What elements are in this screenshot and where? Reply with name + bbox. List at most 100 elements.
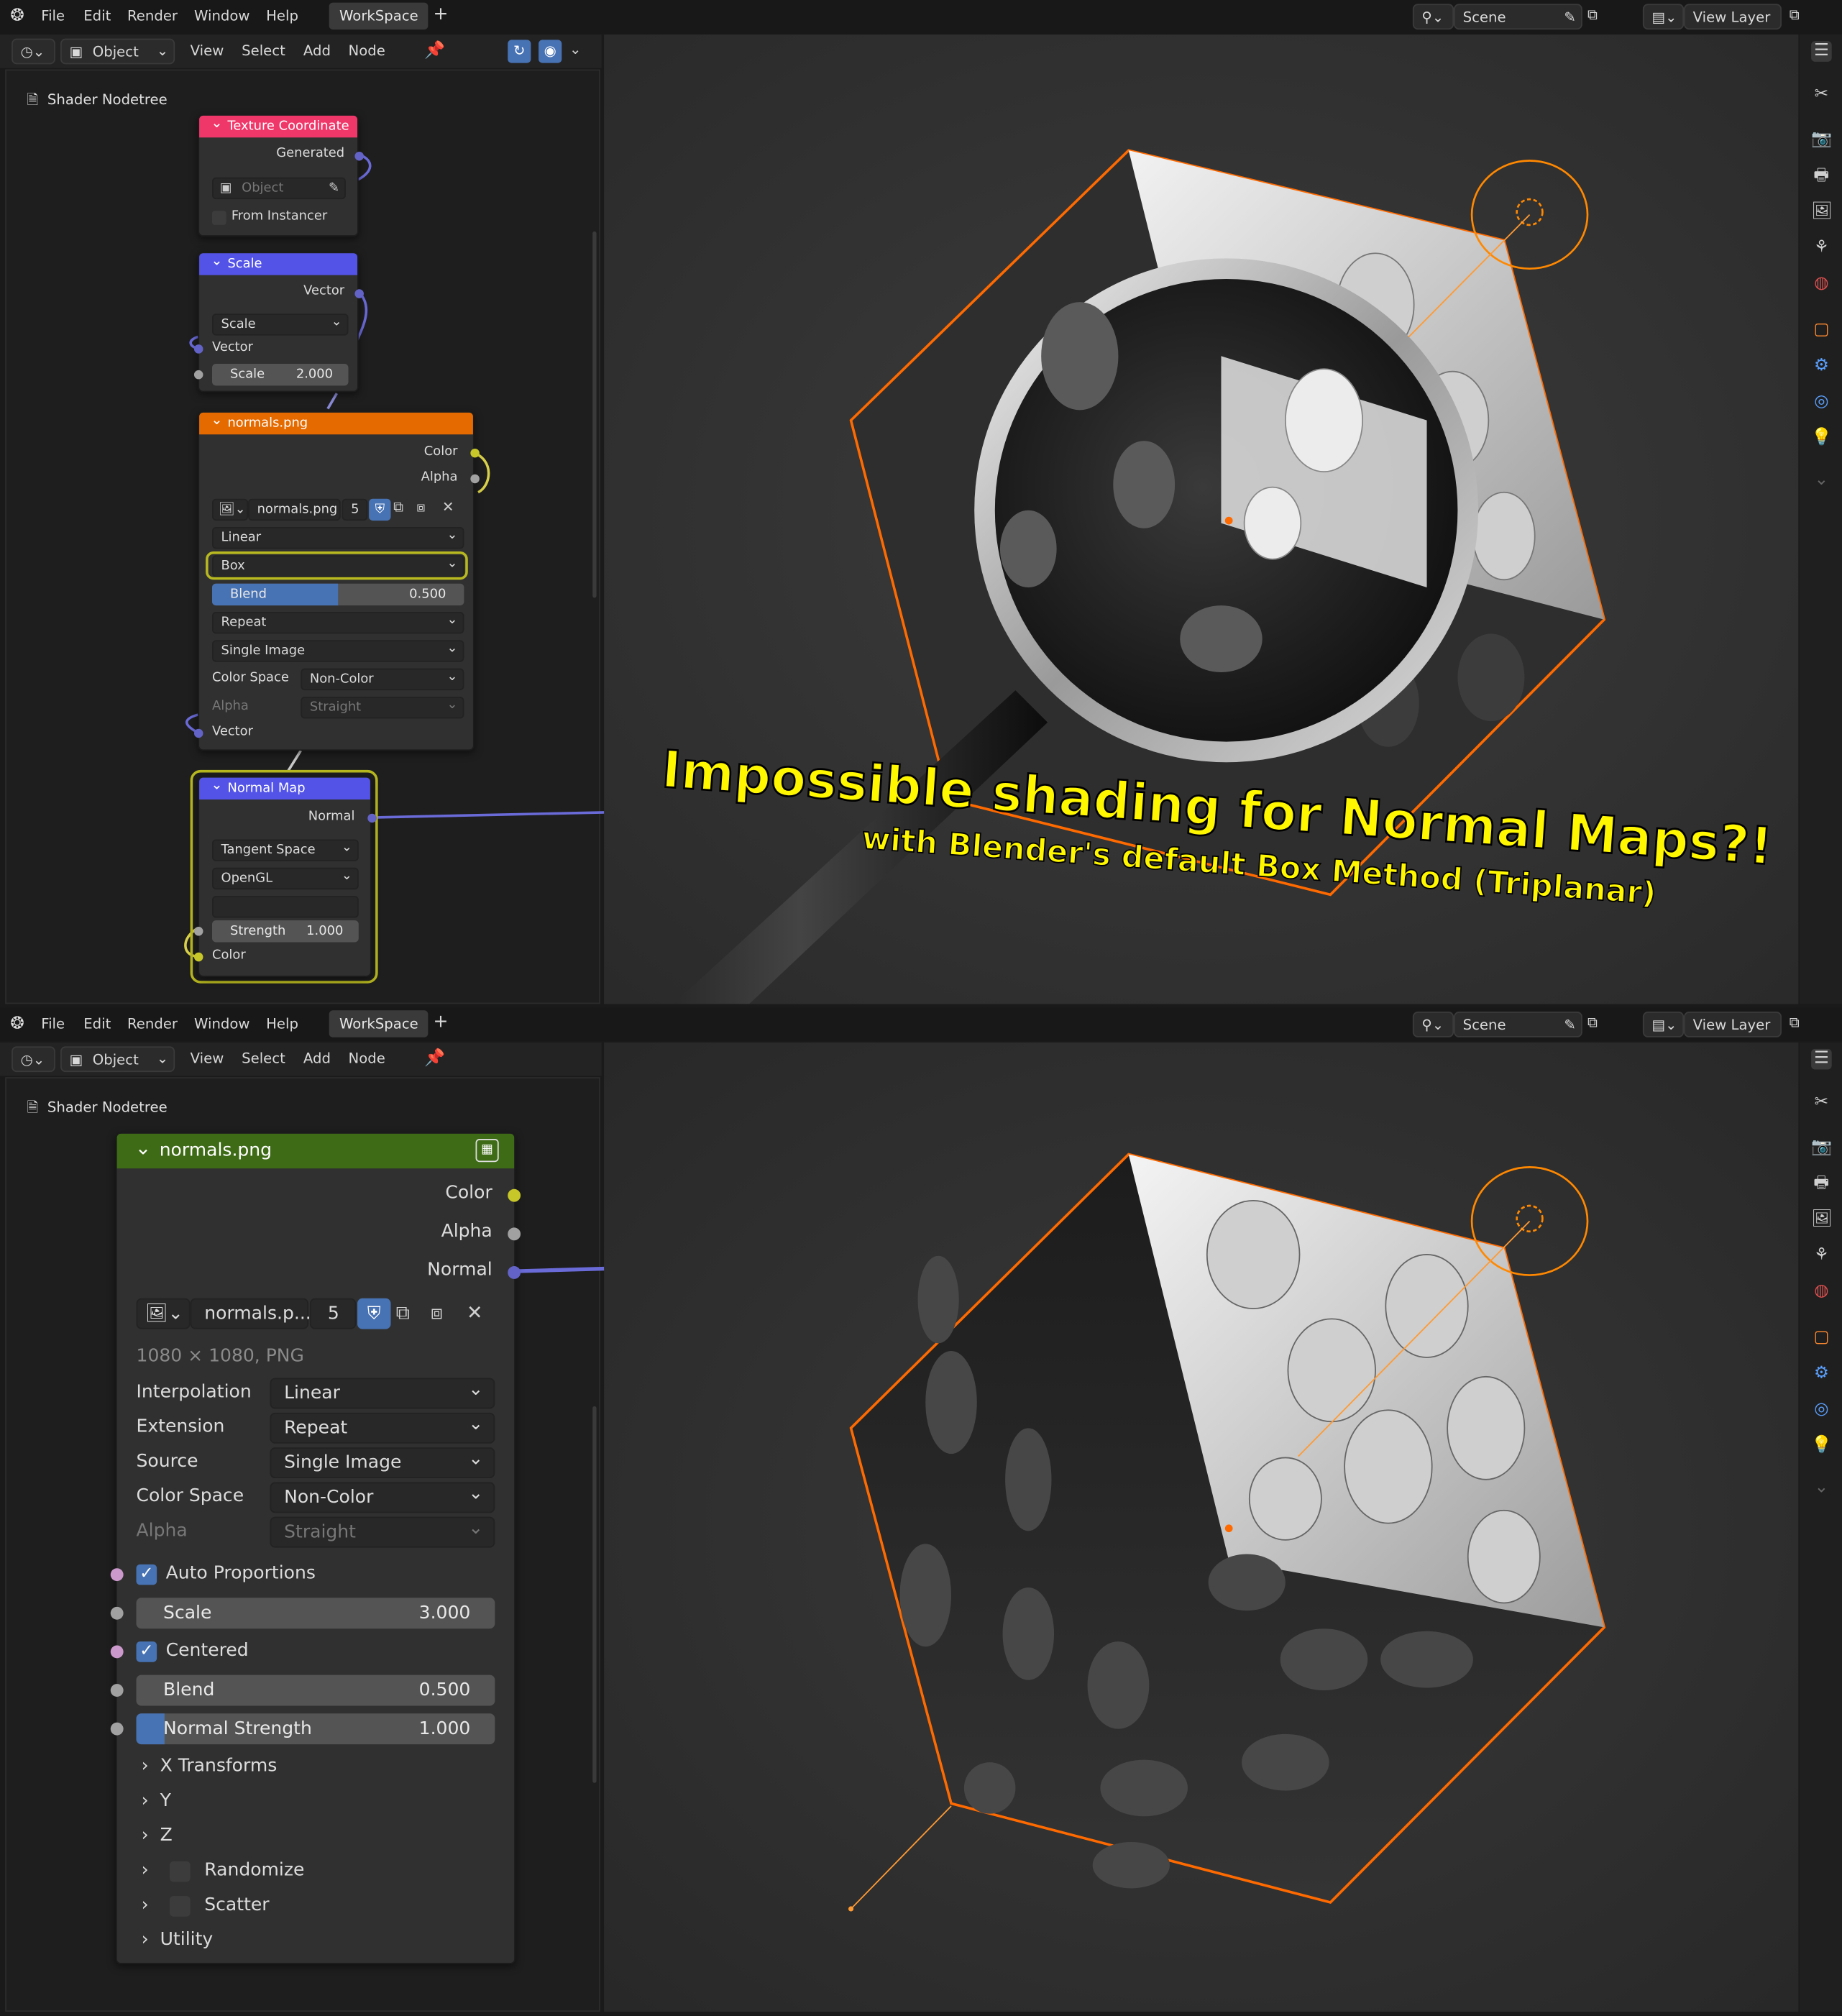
texture-coordinate-node[interactable]: Texture Coordinate Generated ▣ Object ✎ Fr… [198, 112, 364, 237]
duplicate-icon[interactable]: ⧉ [393, 499, 403, 517]
panel-y[interactable]: › Y [142, 1790, 171, 1811]
scale-slider[interactable]: Scale 2.000 [211, 363, 349, 386]
alpha-mode-dropdown[interactable]: Straight [270, 1514, 495, 1548]
editor-scrollbar[interactable] [592, 1406, 597, 1783]
vector-math-scale-node[interactable]: Scale Vector Scale Vector Scale 2.000 [193, 249, 364, 393]
physics-icon[interactable]: ◎ [1811, 1400, 1832, 1421]
normal-output-socket[interactable] [367, 813, 377, 823]
scene-selector[interactable]: Scene ✎ [1454, 4, 1582, 31]
normals-group-node[interactable]: ⌄ normals.png ▦ Color Alpha Normal 🖼⌄ no… [110, 1132, 521, 1964]
panel-randomize[interactable]: › [142, 1860, 149, 1881]
menu-view[interactable]: View [191, 1050, 224, 1067]
strength-input-socket[interactable] [193, 927, 203, 936]
normal-strength-socket[interactable] [110, 1722, 124, 1736]
node-header[interactable]: normals.png [199, 409, 473, 435]
menu-window[interactable]: Window [194, 1015, 250, 1032]
new-scene-icon[interactable]: ⧉ [1587, 1014, 1598, 1032]
object-type-dropdown[interactable]: ▣ Object ⌄ [60, 1046, 175, 1073]
alpha-output-socket[interactable] [508, 1227, 521, 1241]
users-count[interactable]: 5 [342, 498, 368, 521]
open-file-icon[interactable]: ⧈ [431, 1301, 443, 1324]
uv-map-field[interactable] [211, 896, 359, 918]
chevron-down-icon[interactable]: ⌄ [1811, 1478, 1832, 1499]
chevron-down-icon[interactable]: ⌄ [1811, 470, 1832, 491]
eyedropper-icon[interactable]: ✎ [329, 179, 339, 200]
image-name-field[interactable]: normals.p... [190, 1298, 311, 1329]
new-view-layer-icon[interactable]: ⧉ [1790, 6, 1800, 24]
duplicate-icon[interactable]: ⧉ [396, 1301, 410, 1324]
color-input-socket[interactable] [193, 952, 203, 962]
view-layer-icon[interactable]: 🖼 [1811, 1209, 1833, 1230]
blend-slider[interactable]: Blend 0.500 [211, 583, 464, 606]
scale-slider[interactable]: Scale 3.000 [136, 1598, 495, 1629]
object-icon[interactable]: ▢ [1811, 1328, 1832, 1349]
scale-input-socket[interactable] [193, 370, 203, 380]
source-dropdown[interactable]: Single Image [211, 639, 464, 662]
view-layer-browse-icon[interactable]: ▤⌄ [1642, 1012, 1685, 1037]
vector-input-socket[interactable] [193, 344, 203, 354]
color-space-dropdown[interactable]: Non-Color [270, 1480, 495, 1513]
node-group-icon[interactable]: ▦ [475, 1139, 499, 1163]
modifier-icon[interactable]: ⚙ [1811, 1364, 1832, 1385]
material-icon[interactable]: 💡 [1811, 428, 1832, 449]
from-instancer-checkbox[interactable] [211, 211, 226, 225]
image-name-field[interactable]: normals.png [248, 498, 341, 521]
image-texture-node[interactable]: normals.png Color Alpha 🖼⌄ normals.png 5… [193, 409, 480, 751]
convention-dropdown[interactable]: OpenGL [211, 866, 359, 890]
world-icon[interactable]: ◍ [1811, 274, 1832, 295]
view-layer-browse-icon[interactable]: ▤⌄ [1642, 4, 1685, 30]
open-file-icon[interactable]: ⧈ [416, 499, 426, 517]
unlink-close-icon[interactable]: ✕ [442, 499, 454, 516]
extension-dropdown[interactable]: Repeat [270, 1410, 495, 1444]
scene-icon[interactable]: ⚘ [1811, 1245, 1832, 1266]
modifier-icon[interactable]: ⚙ [1811, 356, 1832, 377]
normal-strength-slider[interactable]: Normal Strength 1.000 [136, 1713, 495, 1745]
pin-icon[interactable]: 📌 [424, 1049, 445, 1068]
blend-slider[interactable]: Blend 0.500 [136, 1674, 495, 1706]
auto-proportions-checkbox[interactable]: ✓ [136, 1564, 157, 1585]
interpolation-dropdown[interactable]: Linear [211, 526, 464, 549]
pin-icon[interactable]: ✎ [1564, 5, 1575, 31]
menu-edit[interactable]: Edit [83, 1015, 111, 1032]
color-output-socket[interactable] [508, 1188, 521, 1202]
output-icon[interactable]: 🖶 [1811, 166, 1832, 187]
users-count[interactable]: 5 [309, 1298, 357, 1329]
view-layer-icon[interactable]: 🖼 [1811, 202, 1833, 223]
3d-viewport-bottom[interactable] [604, 1042, 1799, 2012]
color-space-dropdown[interactable]: Non-Color [301, 667, 464, 691]
scale-input-socket[interactable] [110, 1606, 124, 1620]
interpolation-dropdown[interactable]: Linear [270, 1375, 495, 1409]
node-header[interactable]: Scale [199, 249, 358, 275]
menu-node[interactable]: Node [349, 1050, 385, 1067]
randomize-checkbox[interactable] [169, 1861, 191, 1882]
scene-browse-icon[interactable]: ⚲⌄ [1412, 1012, 1454, 1037]
group-node-header[interactable]: ⌄ normals.png ▦ [116, 1133, 515, 1169]
fake-user-shield-icon[interactable]: ⛨ [369, 498, 391, 521]
tool-icon[interactable]: ✂ [1811, 85, 1832, 106]
menu-file[interactable]: File [41, 1015, 65, 1032]
collapse-chevron-icon[interactable]: ⌄ [135, 1136, 151, 1159]
new-scene-icon[interactable]: ⧉ [1587, 6, 1598, 24]
normal-output-socket[interactable] [508, 1266, 521, 1279]
alpha-output-socket[interactable] [470, 474, 480, 484]
object-icon[interactable]: ▢ [1811, 320, 1832, 341]
view-layer-selector[interactable]: View Layer [1684, 1012, 1782, 1037]
workspace-tab[interactable]: WorkSpace [329, 1010, 429, 1037]
editor-type-icon[interactable]: ◷⌄ [12, 1046, 55, 1073]
add-workspace-button[interactable]: + [434, 1012, 449, 1032]
panel-scatter[interactable]: › [142, 1894, 149, 1915]
alpha-mode-dropdown[interactable]: Straight [301, 695, 464, 719]
menu-select[interactable]: Select [242, 1050, 285, 1067]
node-header[interactable]: Normal Map [199, 774, 370, 800]
menu-help[interactable]: Help [266, 1015, 298, 1032]
panel-x-transforms[interactable]: › X Transforms [142, 1756, 278, 1777]
3d-viewport-top[interactable]: Impossible shading for Normal Maps?! wit… [604, 35, 1799, 1004]
scene-browse-icon[interactable]: ⚲⌄ [1412, 4, 1454, 30]
panel-utility[interactable]: › Utility [142, 1930, 214, 1951]
scatter-checkbox[interactable] [169, 1896, 191, 1917]
tool-settings-icon[interactable]: ☰ [1811, 41, 1832, 62]
extension-dropdown[interactable]: Repeat [211, 610, 464, 634]
image-browse-icon[interactable]: 🖼⌄ [211, 498, 249, 521]
tool-icon[interactable]: ✂ [1811, 1093, 1832, 1114]
world-icon[interactable]: ◍ [1811, 1281, 1832, 1302]
